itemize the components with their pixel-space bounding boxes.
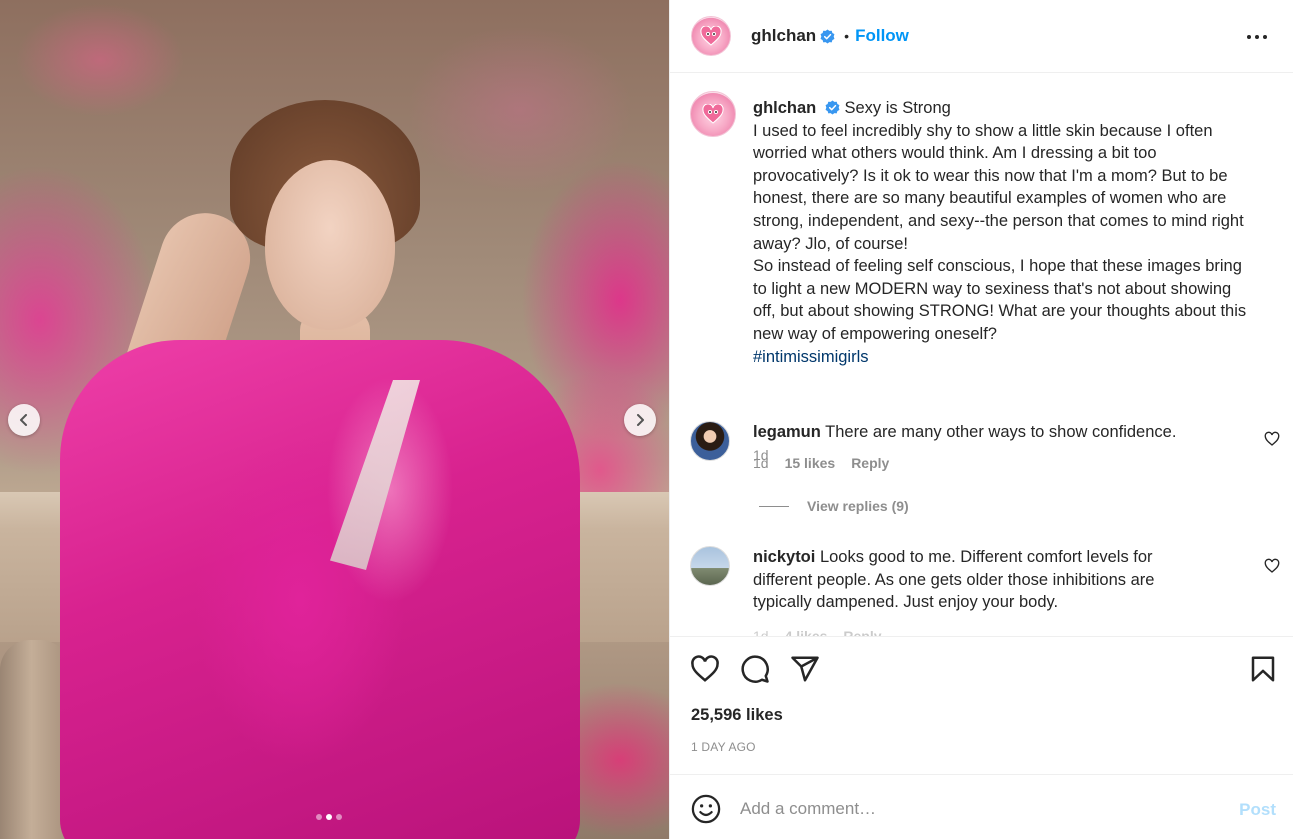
- photo-face: [265, 160, 395, 330]
- heart-icon[interactable]: [690, 654, 720, 684]
- header-separator: •: [844, 28, 850, 44]
- more-icon[interactable]: [1245, 25, 1269, 49]
- comment-meta: 1d 15 likes Reply: [753, 455, 889, 471]
- comment-likes[interactable]: 15 likes: [785, 455, 836, 471]
- comment-reply-button[interactable]: Reply: [851, 455, 889, 471]
- carousel-prev-button[interactable]: [8, 404, 40, 436]
- verified-icon: [825, 100, 840, 115]
- comment-like-heart-icon[interactable]: [1264, 558, 1280, 574]
- view-replies-button[interactable]: View replies (9): [759, 498, 909, 514]
- caption-body: I used to feel incredibly shy to show a …: [753, 121, 1247, 343]
- comment-time[interactable]: 1d: [753, 628, 769, 636]
- carousel-dots: [316, 814, 342, 820]
- comment-icon[interactable]: [740, 654, 770, 684]
- replies-divider-line: [759, 505, 789, 507]
- author-username[interactable]: ghlchan: [751, 26, 816, 46]
- chevron-left-icon: [20, 414, 27, 426]
- chevron-right-icon: [637, 414, 644, 426]
- comment-like-heart-icon[interactable]: [1264, 431, 1280, 447]
- author-avatar[interactable]: [691, 16, 731, 56]
- photo-robe: [60, 340, 580, 839]
- comment-input[interactable]: [740, 795, 1210, 823]
- caption-username[interactable]: ghlchan: [753, 99, 816, 117]
- post-header: ghlchan • Follow: [670, 0, 1293, 73]
- emoji-icon[interactable]: [691, 794, 721, 824]
- comment-text: legamun There are many other ways to sho…: [753, 421, 1213, 444]
- carousel-dot[interactable]: [336, 814, 342, 820]
- caption-title: Sexy is Strong: [844, 99, 951, 117]
- post-photo[interactable]: [0, 0, 669, 839]
- comment-time[interactable]: 1d: [753, 455, 769, 471]
- carousel-next-button[interactable]: [624, 404, 656, 436]
- comment-likes[interactable]: 4 likes: [785, 628, 828, 636]
- comment-username[interactable]: nickytoi: [753, 548, 815, 566]
- post-comment-button[interactable]: Post: [1239, 800, 1276, 820]
- carousel-dot-active[interactable]: [326, 814, 332, 820]
- post-date[interactable]: 1 DAY AGO: [691, 740, 756, 754]
- commenter-avatar[interactable]: [690, 421, 730, 461]
- heart-logo-icon: [702, 104, 724, 124]
- caption-author-avatar[interactable]: [690, 91, 736, 137]
- comment-text: nickytoi Looks good to me. Different com…: [753, 546, 1213, 614]
- like-count[interactable]: 25,596 likes: [691, 706, 783, 725]
- post-side-panel: ghlchan • Follow ghlchan Sexy is Strong …: [669, 0, 1293, 839]
- comment-composer: Post: [670, 774, 1293, 839]
- heart-logo-icon: [700, 26, 722, 46]
- post-actions: 25,596 likes 1 DAY AGO: [670, 636, 1293, 774]
- comment-item: nickytoi Looks good to me. Different com…: [690, 546, 1280, 636]
- comment-meta: 1d 4 likes Reply: [753, 628, 882, 636]
- bookmark-icon[interactable]: [1248, 654, 1278, 684]
- comment-reply-button[interactable]: Reply: [843, 628, 881, 636]
- commenter-avatar[interactable]: [690, 546, 730, 586]
- verified-icon: [820, 28, 835, 44]
- follow-button[interactable]: Follow: [855, 26, 909, 46]
- comment-item: legamun There are many other ways to sho…: [690, 421, 1280, 481]
- view-replies-label: View replies (9): [807, 498, 909, 514]
- carousel-dot[interactable]: [316, 814, 322, 820]
- comment-username[interactable]: legamun: [753, 423, 821, 441]
- share-icon[interactable]: [790, 654, 820, 684]
- comment-body: There are many other ways to show confid…: [825, 423, 1177, 441]
- comments-list[interactable]: ghlchan Sexy is Strong I used to feel in…: [670, 74, 1293, 636]
- caption-hashtag[interactable]: #intimissimigirls: [753, 348, 869, 366]
- caption-text: ghlchan Sexy is Strong I used to feel in…: [753, 97, 1253, 368]
